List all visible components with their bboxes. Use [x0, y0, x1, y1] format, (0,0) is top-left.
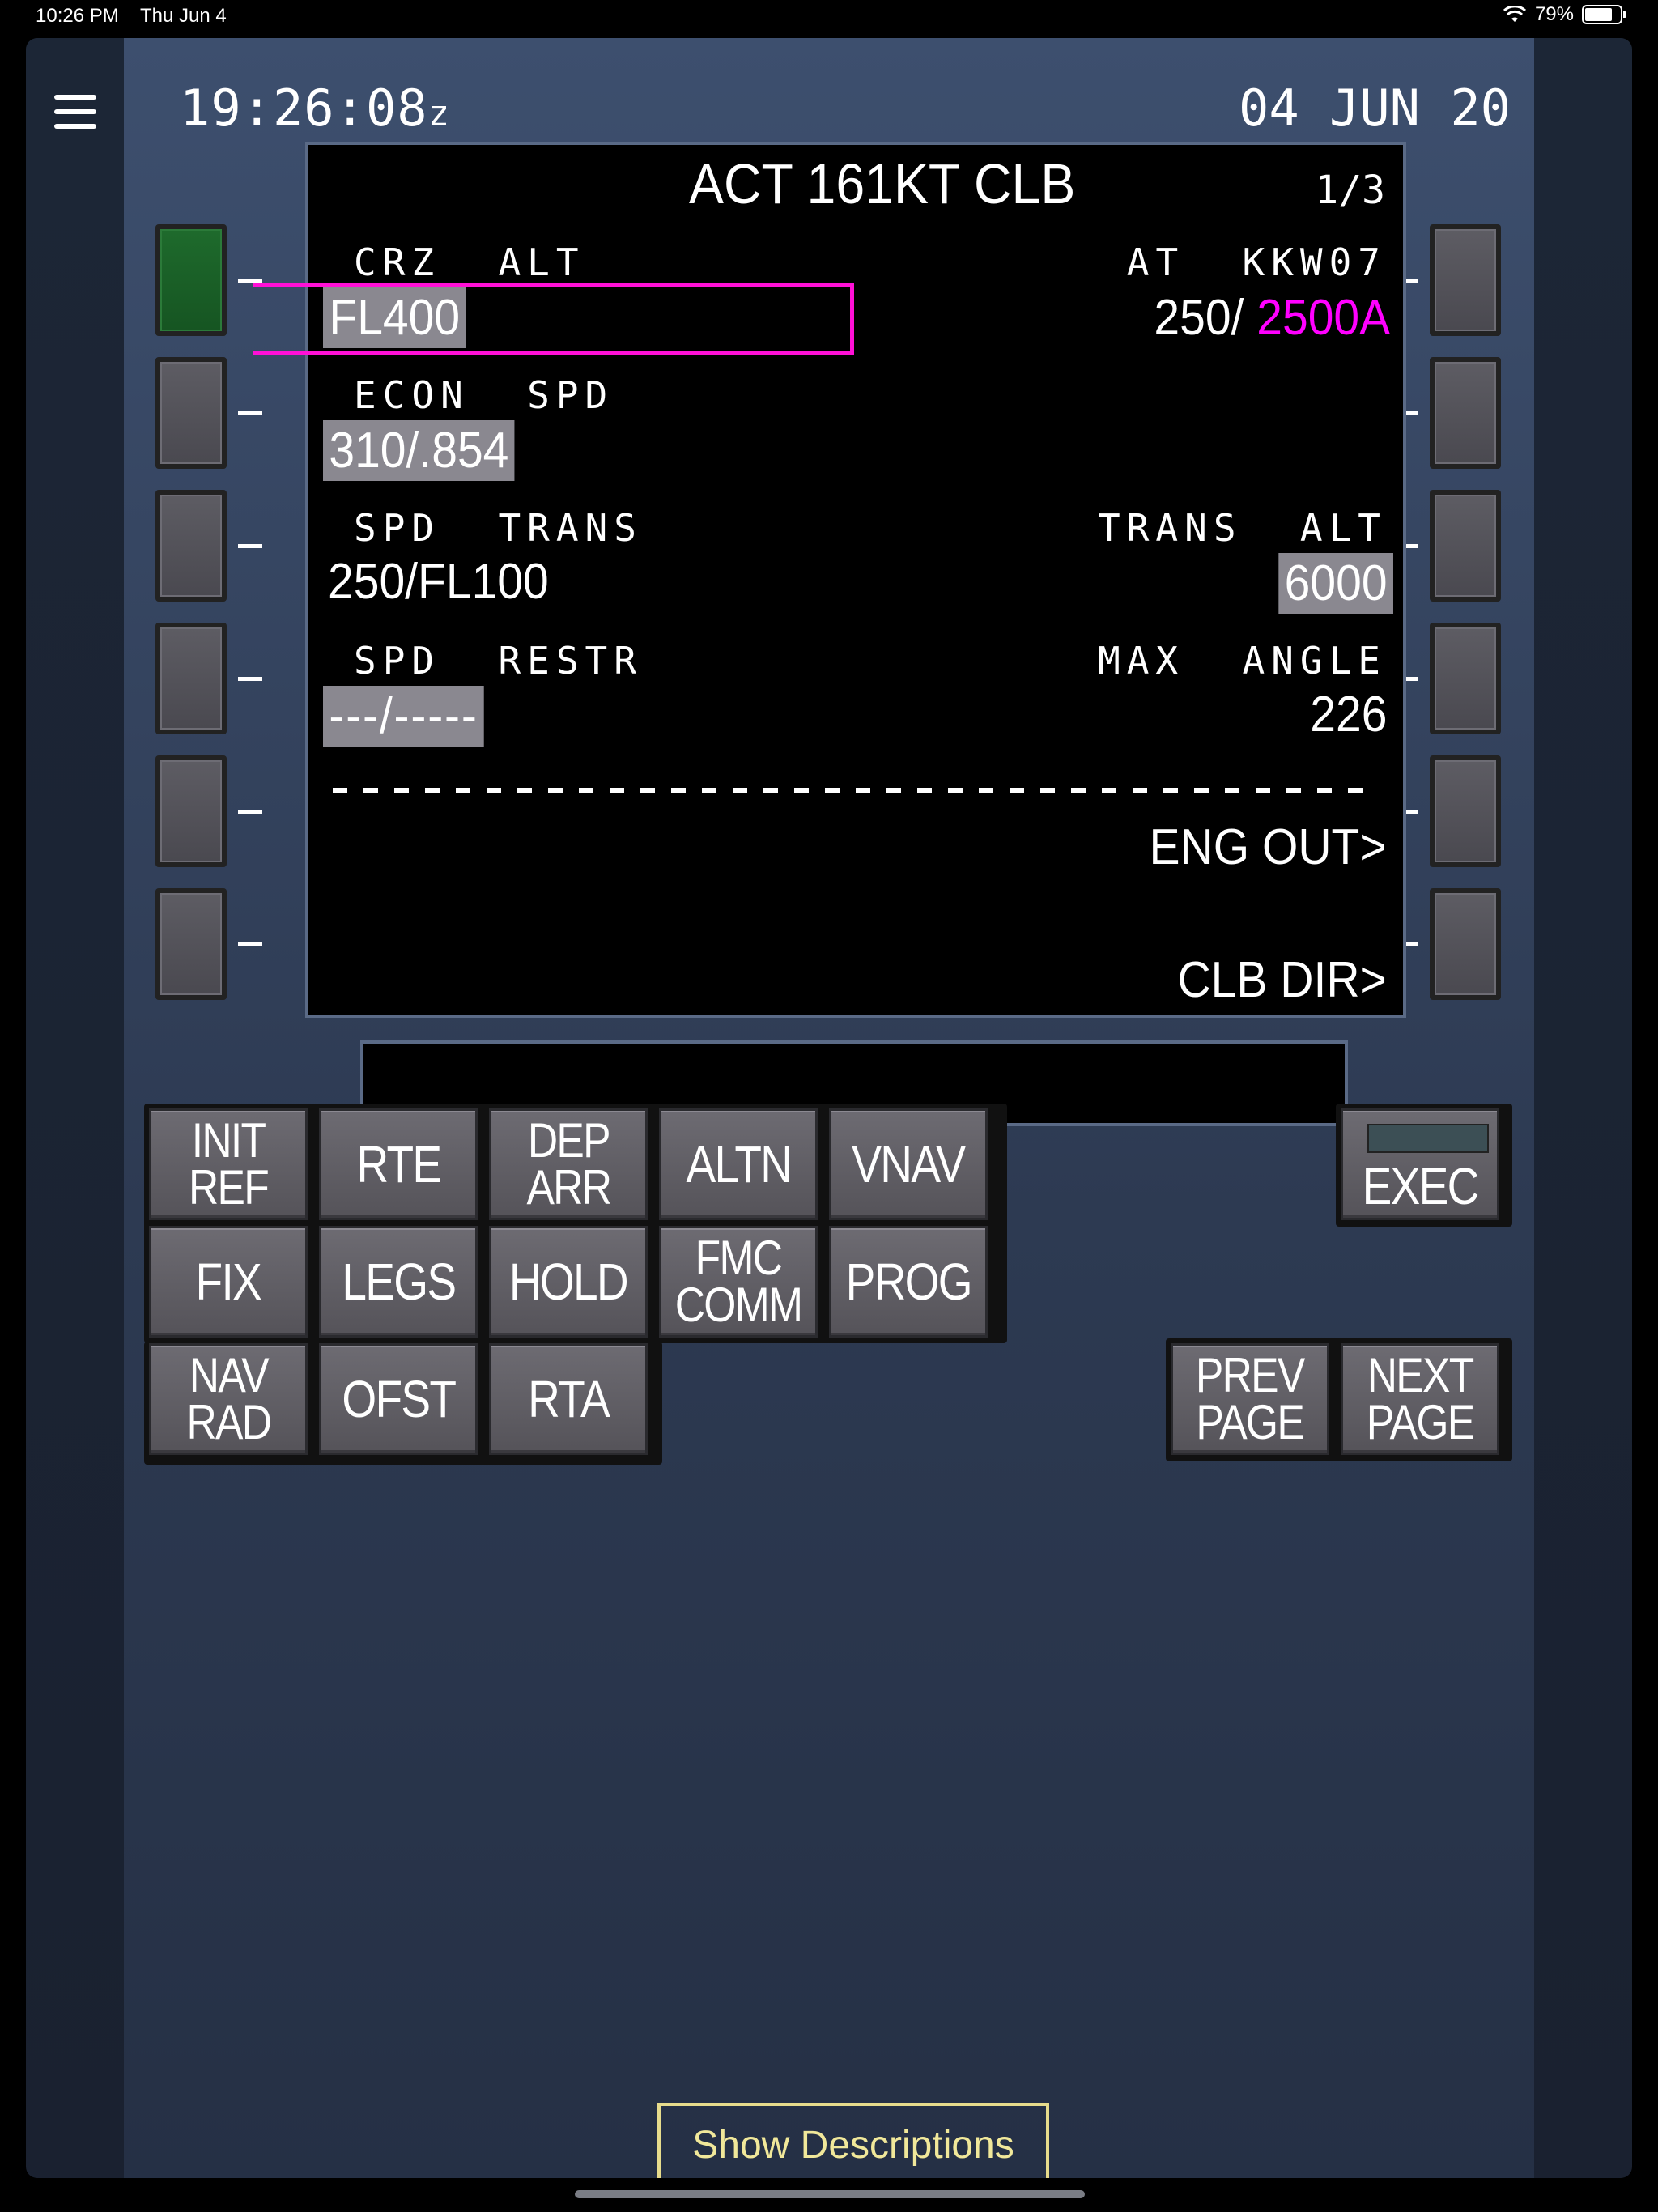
menu-icon[interactable]	[54, 95, 96, 129]
utc-clock: 19:26:08z	[180, 79, 451, 138]
fmc-comm-key[interactable]: FMC COMM	[659, 1226, 818, 1338]
lsk-1l[interactable]	[155, 224, 227, 336]
max-angle-value: 226	[1309, 687, 1387, 742]
altn-key[interactable]: ALTN	[659, 1108, 818, 1220]
app-frame: 19:26:08z 04 JUN 20 ACT 161KT CLB 1/3 CR…	[26, 38, 1632, 2178]
spd-restr-label: SPD RESTR	[354, 639, 643, 683]
exec-key[interactable]: EXEC	[1341, 1108, 1499, 1220]
rte-key[interactable]: RTE	[319, 1108, 478, 1220]
lsk-4l[interactable]	[155, 623, 227, 734]
next-page-key[interactable]: NEXT PAGE	[1341, 1343, 1499, 1455]
spd-restr-value: ---/-----	[323, 686, 485, 747]
vnav-key[interactable]: VNAV	[829, 1108, 988, 1220]
lsk-2r[interactable]	[1430, 357, 1501, 469]
cdu-screen: ACT 161KT CLB 1/3 CRZ ALT FL400 AT KKW07…	[305, 142, 1406, 1018]
max-angle-label: MAX ANGLE	[1098, 639, 1387, 683]
lsk-5r[interactable]	[1430, 755, 1501, 867]
econ-spd-label: ECON SPD	[354, 373, 614, 417]
exec-indicator-light	[1367, 1124, 1489, 1153]
lsk-4r[interactable]	[1430, 623, 1501, 734]
hold-key[interactable]: HOLD	[489, 1226, 648, 1338]
lsk-6r[interactable]	[1430, 888, 1501, 1000]
clb-dir-prompt: CLB DIR>	[1177, 952, 1387, 1008]
status-right: 79%	[1503, 3, 1626, 26]
spd-trans-value: 250/FL100	[328, 554, 549, 610]
fix-key[interactable]: FIX	[149, 1226, 308, 1338]
prog-key[interactable]: PROG	[829, 1226, 988, 1338]
waypoint-constraint-value: 250/ 2500A	[1154, 290, 1390, 346]
waypoint-constraint-label: AT KKW07	[1126, 240, 1387, 284]
crz-alt-label: CRZ ALT	[354, 240, 585, 284]
header-date: 04 JUN 20	[1239, 79, 1511, 138]
legs-key[interactable]: LEGS	[319, 1226, 478, 1338]
nav-rad-key[interactable]: NAV RAD	[149, 1343, 308, 1455]
trans-alt-label: TRANS ALT	[1098, 506, 1387, 550]
ofst-key[interactable]: OFST	[319, 1343, 478, 1455]
eng-out-prompt: ENG OUT>	[1149, 819, 1387, 875]
status-date: Thu Jun 4	[140, 5, 227, 27]
lsk-3r[interactable]	[1430, 490, 1501, 602]
wifi-icon	[1503, 6, 1526, 22]
home-indicator[interactable]	[575, 2190, 1085, 2198]
prev-page-key[interactable]: PREV PAGE	[1171, 1343, 1329, 1455]
selection-highlight	[253, 283, 854, 355]
lsk-2l[interactable]	[155, 357, 227, 469]
page-title: ACT 161KT CLB	[689, 152, 1076, 215]
lsk-3l[interactable]	[155, 490, 227, 602]
spd-trans-label: SPD TRANS	[354, 506, 643, 550]
dep-arr-key[interactable]: DEP ARR	[489, 1108, 648, 1220]
battery-percent: 79%	[1534, 3, 1574, 25]
status-time: 10:26 PM	[36, 5, 119, 27]
separator-line	[333, 788, 1377, 793]
econ-spd-value: 310/.854	[323, 420, 515, 481]
lsk-1r[interactable]	[1430, 224, 1501, 336]
rta-key[interactable]: RTA	[489, 1343, 648, 1455]
lsk-6l[interactable]	[155, 888, 227, 1000]
trans-alt-value: 6000	[1278, 553, 1393, 614]
show-descriptions-button[interactable]: Show Descriptions	[657, 2103, 1049, 2178]
init-ref-key[interactable]: INIT REF	[149, 1108, 308, 1220]
lsk-5l[interactable]	[155, 755, 227, 867]
status-bar: 10:26 PM Thu Jun 4 79%	[0, 0, 1658, 32]
battery-icon	[1582, 5, 1626, 24]
page-number: 1/3	[1315, 168, 1385, 213]
